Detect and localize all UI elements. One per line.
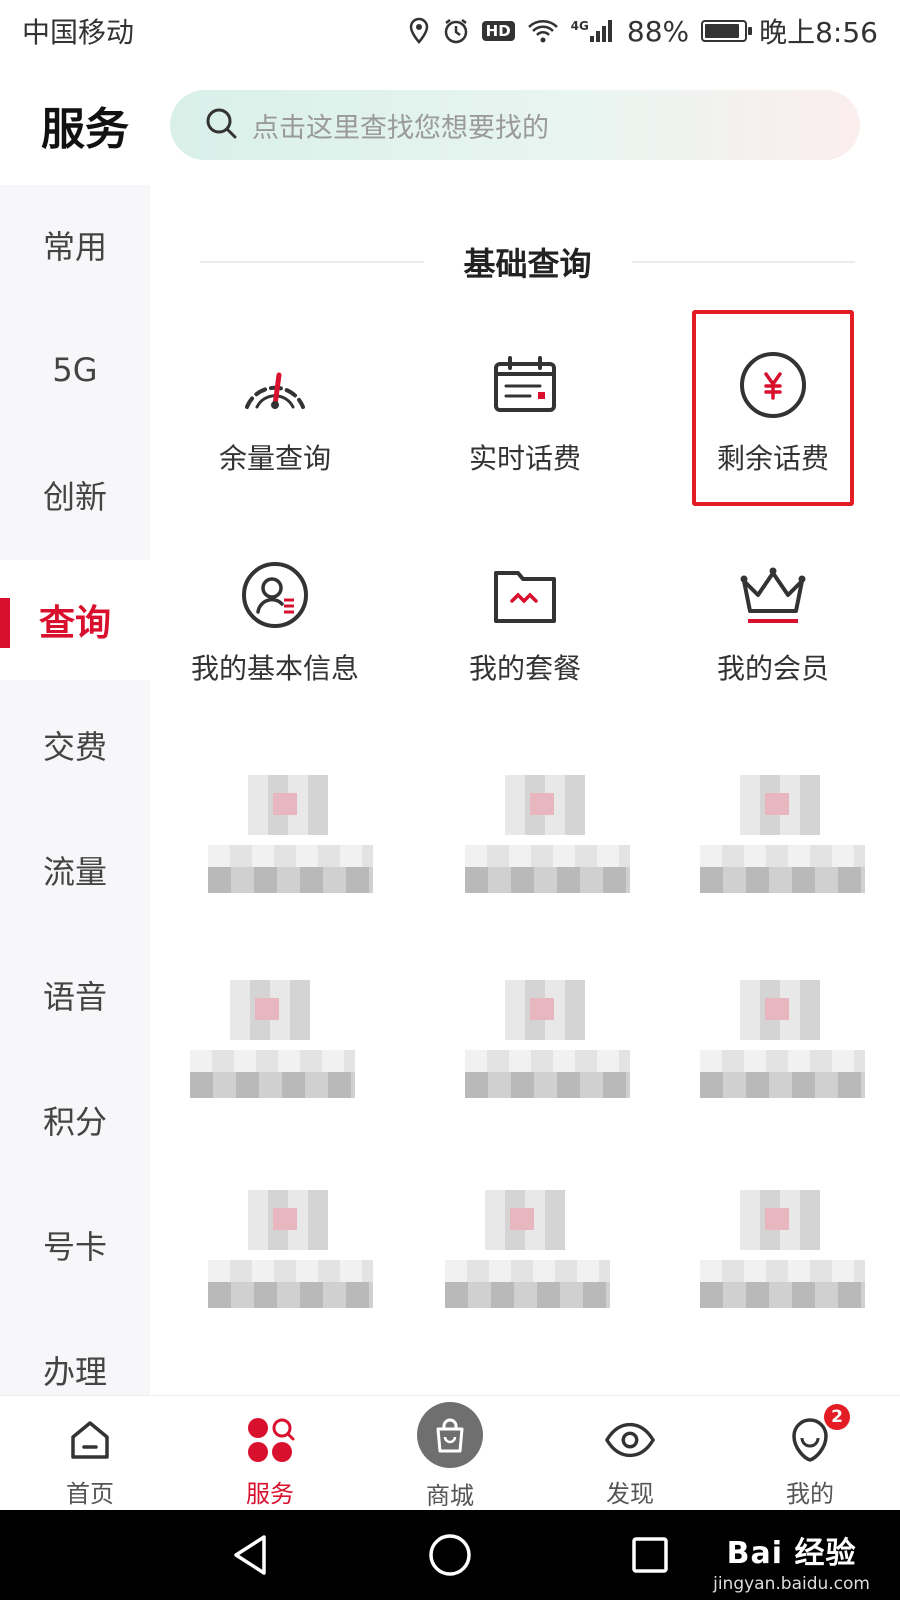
sidebar-item-common[interactable]: 常用 [0, 185, 150, 305]
sidebar-item-voice[interactable]: 语音 [0, 935, 150, 1055]
item-label: 我的会员 [716, 652, 829, 685]
eye-icon [604, 1414, 656, 1466]
header: 服务 点击这里查找您想要找的 [0, 80, 900, 170]
sidebar-item-label: 查询 [38, 603, 111, 644]
watermark: Bai 经验 jingyan.baidu.com [713, 1528, 870, 1594]
sidebar-item-label: 交费 [42, 728, 107, 766]
sidebar-item-5g[interactable]: 5G [0, 310, 150, 430]
sidebar-item-label: 积分 [42, 1103, 107, 1141]
realtime-bill-item[interactable]: 实时话费 [410, 345, 640, 525]
shopping-bag-icon [417, 1402, 483, 1468]
sidebar-item-query[interactable]: 查询 [0, 560, 150, 680]
service-grid-icon [244, 1414, 296, 1466]
section-title: 基础查询 [463, 245, 592, 283]
my-package-item[interactable]: 我的套餐 [410, 555, 640, 735]
nav-label: 首页 [66, 1480, 114, 1508]
search-icon [204, 106, 238, 144]
blurred-item [465, 775, 630, 895]
blurred-item [208, 1190, 373, 1310]
nav-label: 服务 [246, 1480, 294, 1508]
sidebar-item-label: 5G [52, 351, 98, 389]
home-icon [64, 1414, 116, 1466]
package-folder-icon [485, 555, 565, 635]
blurred-item [465, 980, 630, 1100]
back-icon[interactable] [225, 1530, 275, 1580]
notification-badge: 2 [824, 1404, 850, 1430]
blurred-item [445, 1190, 610, 1310]
sidebar-item-label: 办理 [42, 1353, 107, 1391]
status-bar: 中国移动 HD 4G 88% 晚上8:56 [0, 0, 900, 62]
blurred-item [208, 775, 373, 895]
blurred-item [190, 980, 355, 1100]
sidebar-item-points[interactable]: 积分 [0, 1060, 150, 1180]
nav-home[interactable]: 首页 [30, 1414, 150, 1509]
user-profile-icon [235, 555, 315, 635]
sidebar-item-label: 号卡 [42, 1228, 107, 1266]
sidebar-item-label: 语音 [42, 978, 107, 1016]
clock: 晚上8:56 [759, 16, 878, 49]
search-input[interactable]: 点击这里查找您想要找的 [170, 90, 860, 160]
profile-icon: 2 [784, 1404, 850, 1466]
sidebar-item-payment[interactable]: 交费 [0, 685, 150, 805]
system-navigation-bar: Bai 经验 jingyan.baidu.com [0, 1510, 900, 1600]
location-icon [408, 17, 430, 45]
blurred-item [700, 980, 865, 1100]
item-label: 实时话费 [468, 442, 581, 475]
sidebar-item-label: 常用 [42, 228, 107, 266]
section-header: 基础查询 [200, 232, 856, 292]
nav-label: 商城 [426, 1482, 474, 1510]
nav-label: 我的 [786, 1480, 834, 1508]
divider [200, 261, 424, 263]
nav-label: 发现 [606, 1480, 654, 1508]
carrier-name: 中国移动 [22, 16, 135, 49]
bill-calendar-icon [485, 345, 565, 425]
item-label: 我的套餐 [468, 652, 581, 685]
sidebar-item-data[interactable]: 流量 [0, 810, 150, 930]
sidebar-item-sim-card[interactable]: 号卡 [0, 1185, 150, 1305]
basic-info-item[interactable]: 我的基本信息 [160, 555, 390, 735]
item-label: 余量查询 [218, 442, 331, 475]
sidebar-item-label: 流量 [42, 853, 107, 891]
nav-mine[interactable]: 2 我的 [750, 1404, 870, 1509]
gauge-icon [235, 345, 315, 425]
blurred-item [700, 775, 865, 895]
item-label: 我的基本信息 [190, 652, 359, 685]
nav-service[interactable]: 服务 [210, 1414, 330, 1509]
signal-icon: 4G [571, 19, 615, 43]
battery-icon [701, 20, 753, 42]
nav-discover[interactable]: 发现 [570, 1414, 690, 1509]
recents-square-icon[interactable] [625, 1530, 675, 1580]
divider [631, 261, 856, 263]
watermark-sub: jingyan.baidu.com [713, 1574, 870, 1594]
balance-query-item[interactable]: 余量查询 [160, 345, 390, 525]
nav-shop[interactable]: 商城 [390, 1402, 510, 1511]
category-sidebar: 常用 5G 创新 查询 交费 流量 语音 积分 号卡 办理 [0, 185, 150, 1395]
highlight-annotation-box [692, 310, 854, 506]
alarm-icon [442, 17, 470, 45]
home-circle-icon[interactable] [425, 1530, 475, 1580]
page-title: 服务 [41, 104, 129, 155]
hd-icon: HD [481, 21, 515, 41]
bottom-nav: 首页 服务 商城 发现 2 我的 [0, 1395, 900, 1510]
network-type: 4G [570, 19, 589, 33]
sidebar-item-innovation[interactable]: 创新 [0, 435, 150, 555]
watermark-main: Bai 经验 [726, 1536, 857, 1571]
crown-icon [733, 555, 813, 635]
blurred-item [700, 1190, 865, 1310]
my-membership-item[interactable]: 我的会员 [658, 555, 888, 735]
sidebar-item-label: 创新 [42, 478, 107, 516]
status-icons: HD 4G 88% 晚上8:56 [408, 11, 878, 51]
battery-percent: 88% [626, 14, 690, 48]
search-placeholder: 点击这里查找您想要找的 [252, 112, 549, 144]
wifi-icon [527, 19, 559, 43]
